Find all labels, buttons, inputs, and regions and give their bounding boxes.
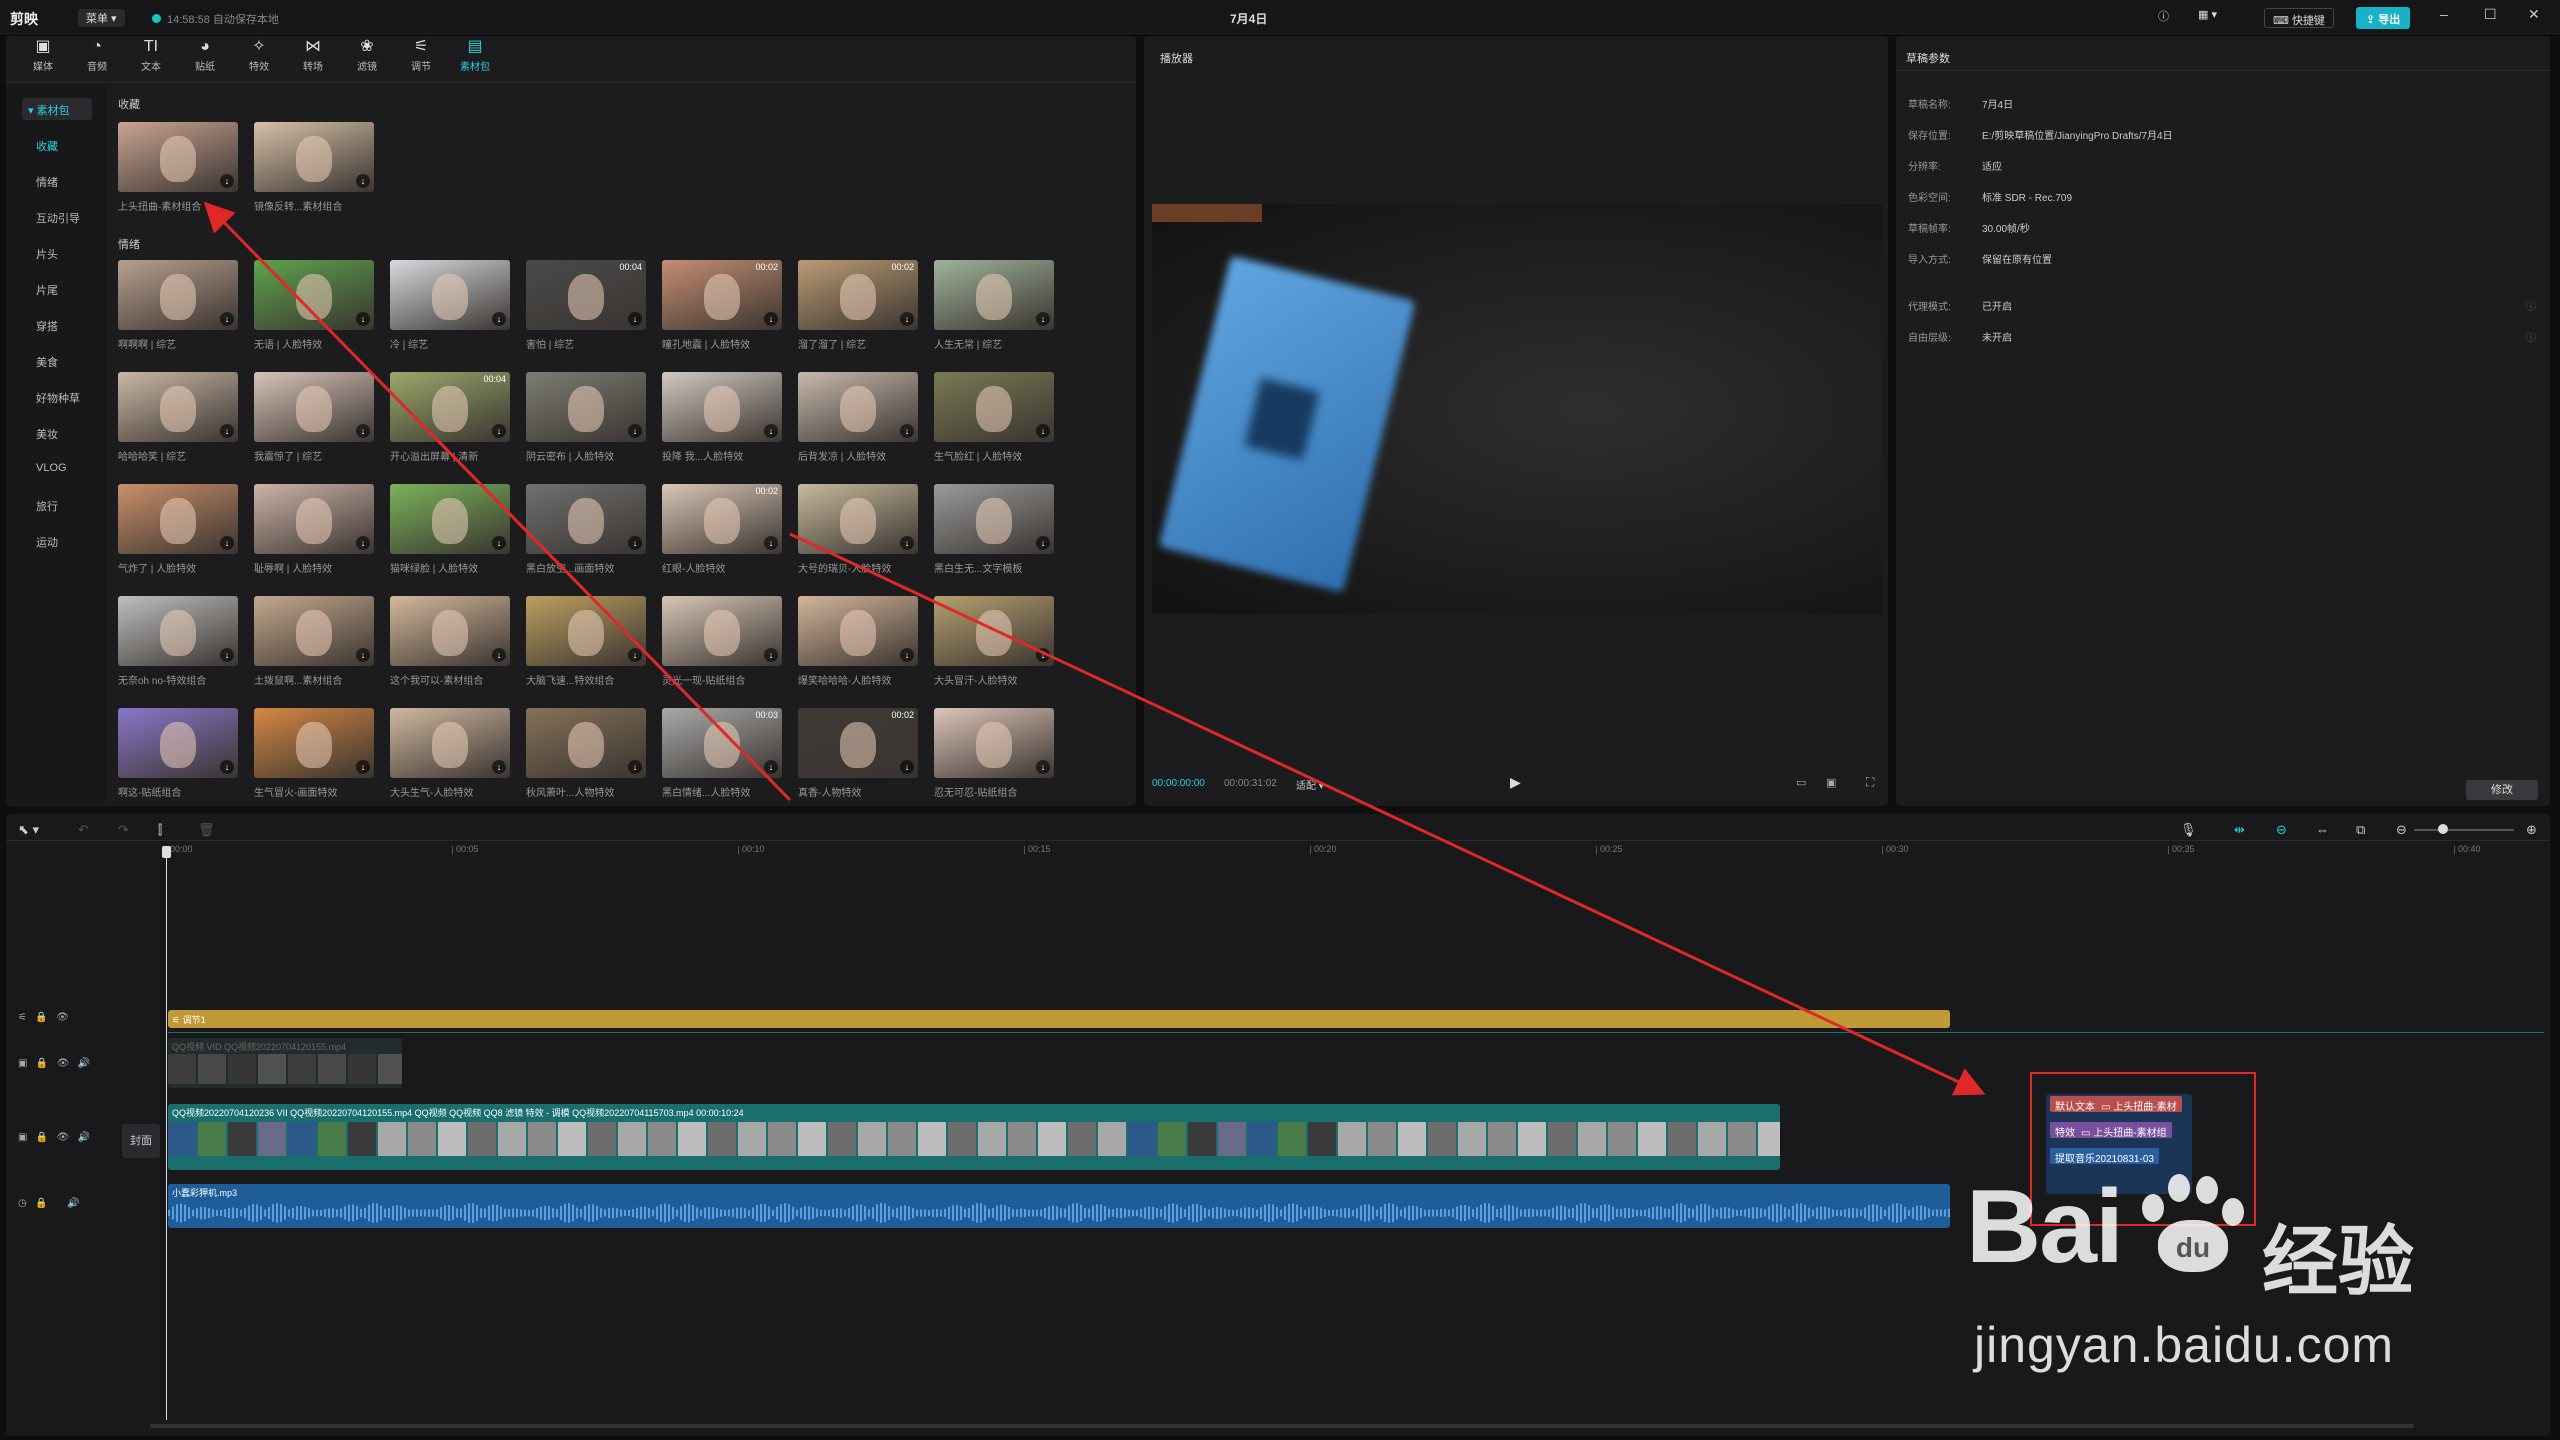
arrow-to-callout — [789, 532, 1986, 1096]
watermark-cn: 经验 — [2262, 1220, 2414, 1305]
baidu-paw-logo: du — [2128, 1168, 2248, 1278]
watermark-url: jingyan.baidu.com — [1974, 1317, 2395, 1373]
arrow-to-favorite — [203, 201, 792, 802]
watermark-brand: Bai — [1966, 1169, 2124, 1285]
